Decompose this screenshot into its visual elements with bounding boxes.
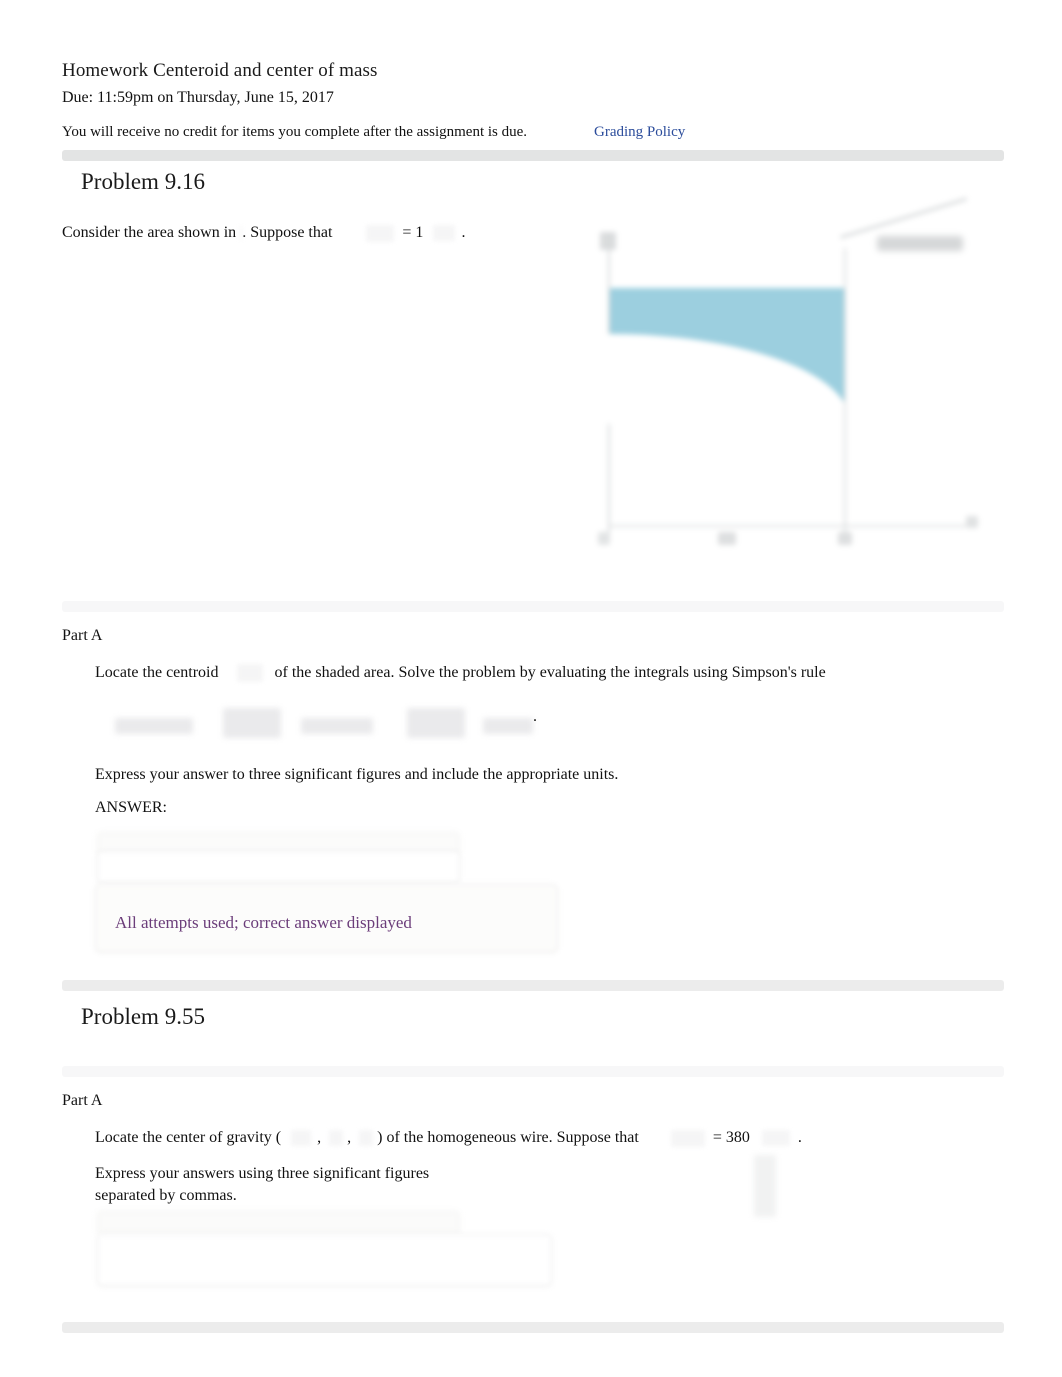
formula-term-5 xyxy=(483,718,533,734)
part-a-label-916: Part A xyxy=(62,627,103,644)
answer-input-916[interactable] xyxy=(97,851,460,883)
formula-term-3 xyxy=(301,718,373,734)
grading-policy-link[interactable]: Grading Policy xyxy=(594,124,685,141)
xbar-placeholder xyxy=(291,1130,312,1147)
figure-ref-placeholder xyxy=(240,226,243,241)
part-divider-2 xyxy=(62,1066,1004,1077)
part-a-prompt-916: Locate the centroid of the shaded area. … xyxy=(95,662,975,684)
formula-term-4 xyxy=(407,708,465,738)
part-a-label-955: Part A xyxy=(62,1092,103,1109)
problem-916-figure xyxy=(572,197,1002,569)
prompt-text: Locate the centroid xyxy=(95,664,219,681)
intro-text-middle: . Suppose that xyxy=(242,224,333,241)
figure-wire-shape xyxy=(754,1155,776,1217)
unit-symbol-placeholder-955 xyxy=(761,1130,790,1147)
part-a-instruction-955-line1: Express your answers using three signifi… xyxy=(95,1165,430,1182)
section-divider xyxy=(62,150,1004,161)
prompt-text-cont: of the shaded area. Solve the problem by… xyxy=(274,664,826,681)
prompt-text-a: Locate the center of gravity ( xyxy=(95,1129,282,1146)
ybar-placeholder xyxy=(329,1130,344,1147)
part-a-formula-916: . xyxy=(95,700,555,748)
page-title: Homework Centeroid and center of mass xyxy=(62,60,378,81)
variable-symbol-placeholder xyxy=(366,224,395,242)
prompt-value-955: = 380 xyxy=(712,1129,750,1146)
part-divider xyxy=(62,601,1004,612)
answer-input-955[interactable] xyxy=(97,1234,552,1286)
problem-title-955: Problem 9.55 xyxy=(81,1004,205,1029)
figure-curve-extension xyxy=(840,197,968,239)
figure-x-axis-label xyxy=(966,516,978,528)
intro-after: . xyxy=(461,224,466,241)
problem-title-916: Problem 9.16 xyxy=(81,169,205,194)
figure-x-axis xyxy=(608,525,974,527)
bottom-divider xyxy=(62,1322,1004,1333)
prompt-period-955: . xyxy=(797,1129,802,1146)
prompt-comma-2: , xyxy=(347,1129,352,1146)
figure-origin-label xyxy=(598,532,610,545)
intro-text-before: Consider the area shown in xyxy=(62,224,241,241)
formula-period: . xyxy=(533,708,537,725)
formula-term-2 xyxy=(223,708,281,738)
part-a-instruction-955-line2: separated by commas. xyxy=(95,1187,237,1204)
attempts-status-text-916: All attempts used; correct answer displa… xyxy=(115,913,412,932)
section-divider-2 xyxy=(62,980,1004,991)
zbar-placeholder xyxy=(359,1130,374,1147)
figure-tick-label-b xyxy=(838,532,852,545)
formula-term-1 xyxy=(115,718,193,734)
credit-notice: You will receive no credit for items you… xyxy=(62,124,528,140)
due-date: Due: 11:59pm on Thursday, June 15, 2017 xyxy=(62,89,334,106)
answer-toolbar-955[interactable] xyxy=(97,1211,460,1233)
unit-symbol-placeholder xyxy=(433,225,456,242)
answer-label-916: ANSWER: xyxy=(95,799,167,816)
prompt-comma-1: , xyxy=(317,1129,322,1146)
figure-tick-label-a xyxy=(718,532,736,545)
figure-equation-label xyxy=(877,236,963,251)
prompt-text-b: ) of the homogeneous wire. Suppose that xyxy=(377,1129,639,1146)
assignment-page: Homework Centeroid and center of mass Du… xyxy=(0,0,1062,1377)
intro-value: = 1 xyxy=(402,224,424,241)
problem-955-figure xyxy=(572,1145,1002,1245)
problem-916-intro: Consider the area shown in . Suppose tha… xyxy=(62,222,582,244)
centroid-symbol-placeholder xyxy=(236,664,263,683)
figure-vertical-boundary xyxy=(844,248,846,540)
part-a-instruction-916: Express your answer to three significant… xyxy=(95,766,619,783)
